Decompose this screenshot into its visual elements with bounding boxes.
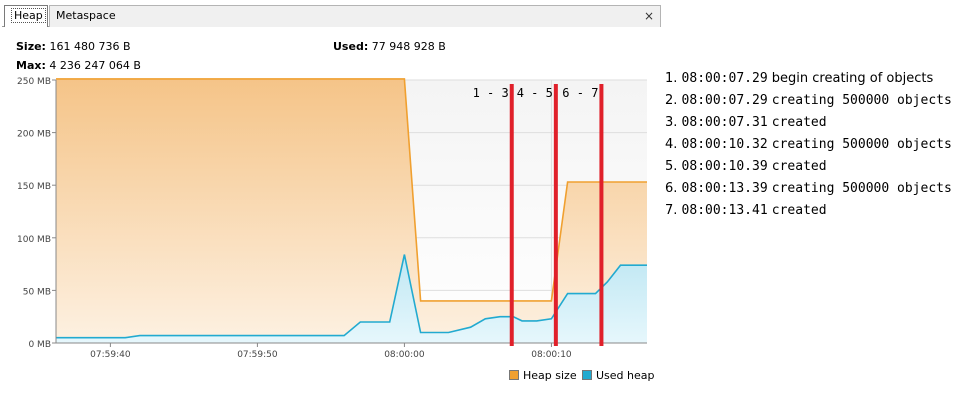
y-tick-label: 200 MB: [17, 130, 51, 140]
log-entry-message: creating 500000 objects: [771, 137, 952, 152]
log-entry-time: 08:00:07.29: [681, 93, 768, 108]
heap-chart: 0 MB 50 MB 100 MB 150 MB 200 MB 250 MB 07:59:4…: [17, 77, 647, 360]
log-entry-time: 08:00:07.31: [681, 115, 768, 130]
log-entry: 7. 08:00:13.41 created: [665, 200, 952, 222]
log-entry-number: 4.: [665, 137, 678, 152]
log-entry-time: 08:00:07.29: [681, 71, 768, 86]
log-entry-message: created: [771, 159, 827, 174]
log-entry-time: 08:00:10.39: [681, 159, 768, 174]
legend-used-heap-swatch: [582, 370, 592, 380]
y-tick-label: 250 MB: [17, 77, 51, 87]
legend-used-heap: Used heap: [582, 369, 655, 382]
marker-label: 6 - 7: [562, 86, 598, 100]
log-entry-number: 7.: [665, 203, 678, 218]
log-entry-message: creating 500000 objects: [771, 181, 952, 196]
log-entry-number: 3.: [665, 115, 678, 130]
log-entry-message: creating 500000 objects: [771, 93, 952, 108]
log-entry-message: created: [771, 115, 827, 130]
x-tick-label: 07:59:40: [90, 350, 131, 360]
log-entry-time: 08:00:10.32: [681, 137, 768, 152]
x-tick-label: 07:59:50: [237, 350, 278, 360]
log-entry: 6. 08:00:13.39 creating 500000 objects: [665, 178, 952, 200]
log-entry-number: 2.: [665, 93, 678, 108]
y-tick-label: 0 MB: [28, 340, 51, 350]
log-entry: 3. 08:00:07.31 created: [665, 112, 952, 134]
log-entry-number: 1.: [665, 71, 678, 86]
x-tick-label: 08:00:10: [531, 350, 572, 360]
marker-label: 4 - 5: [517, 86, 553, 100]
log-entry-time: 08:00:13.39: [681, 181, 768, 196]
marker-label: 1 - 3: [473, 86, 509, 100]
x-tick-label: 08:00:00: [384, 350, 425, 360]
log-entry-number: 5.: [665, 159, 678, 174]
y-tick-label: 150 MB: [17, 182, 51, 192]
log-entry-time: 08:00:13.41: [681, 203, 768, 218]
log-entry-message: begin creating of objects: [771, 71, 934, 86]
legend-heap-size-swatch: [509, 370, 519, 380]
log-entry: 1. 08:00:07.29 begin creating of objects: [665, 68, 952, 90]
legend-heap-size-label: Heap size: [523, 369, 577, 382]
log-entry-message: created: [771, 203, 827, 218]
log-entry: 5. 08:00:10.39 created: [665, 156, 952, 178]
legend-used-heap-label: Used heap: [596, 369, 655, 382]
log-entry: 4. 08:00:10.32 creating 500000 objects: [665, 134, 952, 156]
log-entry-number: 6.: [665, 181, 678, 196]
log-entry: 2. 08:00:07.29 creating 500000 objects: [665, 90, 952, 112]
event-log: 1. 08:00:07.29 begin creating of objects…: [665, 68, 952, 222]
y-tick-label: 100 MB: [17, 235, 51, 245]
y-tick-label: 50 MB: [23, 287, 51, 297]
legend-heap-size: Heap size: [509, 369, 577, 382]
